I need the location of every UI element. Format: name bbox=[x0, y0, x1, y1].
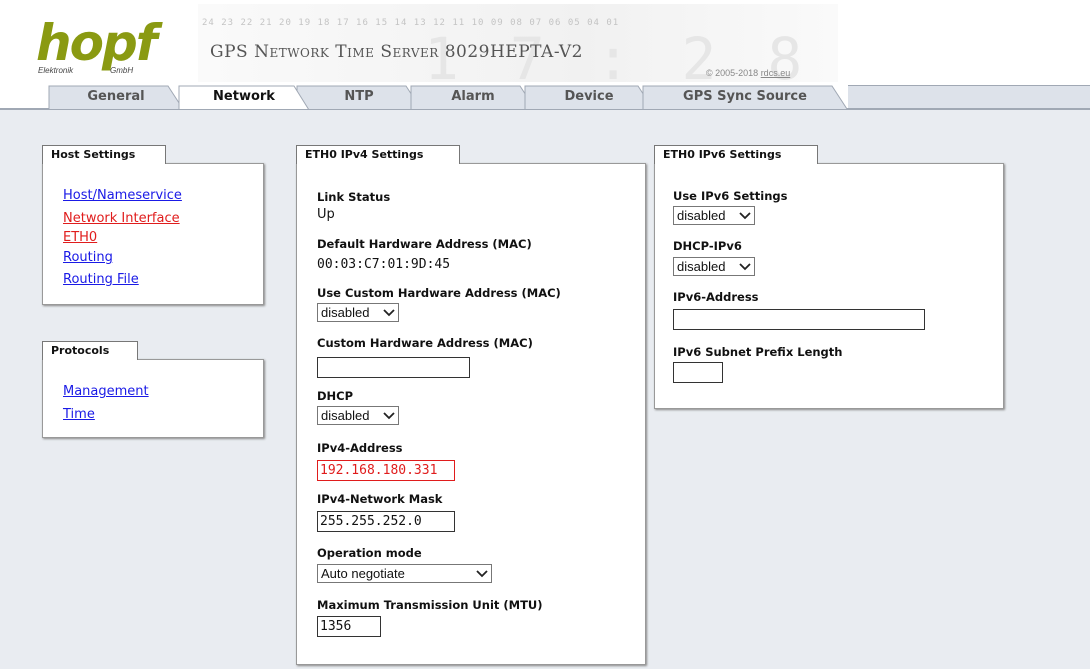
link-status-value: Up bbox=[317, 207, 335, 222]
ipv6-prefix-input[interactable] bbox=[673, 362, 723, 383]
chevron-down-icon bbox=[383, 309, 395, 317]
host-settings-panel: Host/Nameservice Network Interface ETH0 … bbox=[42, 163, 264, 305]
tab-alarm-label: Alarm bbox=[451, 89, 495, 104]
ipv4-address-input[interactable]: 192.168.180.331 bbox=[317, 460, 455, 481]
tab-ntp[interactable]: NTP bbox=[296, 85, 422, 109]
tab-bar-filler bbox=[848, 85, 1090, 108]
hopf-logo: hopf Elektronik GmbH bbox=[36, 14, 157, 78]
tab-gps-sync-source[interactable]: GPS Sync Source bbox=[642, 85, 848, 109]
opmode-label: Operation mode bbox=[317, 546, 422, 560]
host-settings-title: Host Settings bbox=[42, 145, 166, 164]
custom-mac-input[interactable] bbox=[317, 357, 470, 378]
use-ipv6-value: disabled bbox=[677, 208, 726, 223]
copyright: © 2005-2018 rdcs.eu bbox=[706, 68, 790, 78]
link-management[interactable]: Management bbox=[63, 384, 149, 399]
dhcp-value: disabled bbox=[321, 408, 370, 423]
tab-alarm[interactable]: Alarm bbox=[410, 85, 536, 109]
ipv6-address-input[interactable] bbox=[673, 309, 925, 330]
chevron-down-icon bbox=[476, 570, 488, 578]
logo-sub-left: Elektronik bbox=[38, 66, 74, 75]
mtu-label: Maximum Transmission Unit (MTU) bbox=[317, 598, 543, 612]
link-network-interface[interactable]: Network Interface bbox=[63, 211, 180, 226]
chevron-down-icon bbox=[739, 212, 751, 220]
main-tab-bar: General NTP Alarm Device GPS Sync Source… bbox=[0, 84, 1090, 110]
product-title: GPS Network Time Server 8029HEPTA-V2 bbox=[210, 42, 583, 62]
tab-ntp-label: NTP bbox=[344, 89, 374, 104]
default-mac-label: Default Hardware Address (MAC) bbox=[317, 237, 532, 251]
default-mac-value: 00:03:C7:01:9D:45 bbox=[317, 257, 451, 272]
use-ipv6-select[interactable]: disabled bbox=[673, 206, 755, 225]
ipv4-address-label: IPv4-Address bbox=[317, 441, 403, 455]
tab-device-label: Device bbox=[564, 89, 614, 104]
protocols-title: Protocols bbox=[42, 341, 138, 360]
link-time[interactable]: Time bbox=[63, 407, 95, 422]
ipv4-settings-title: ETH0 IPv4 Settings bbox=[296, 145, 460, 164]
product-banner: 24 23 22 21 20 19 18 17 16 15 14 13 12 1… bbox=[198, 4, 838, 88]
netmask-label: IPv4-Network Mask bbox=[317, 492, 443, 506]
dhcp-ipv6-label: DHCP-IPv6 bbox=[673, 239, 742, 253]
logo-sub-right: GmbH bbox=[110, 66, 134, 75]
netmask-input[interactable]: 255.255.252.0 bbox=[317, 511, 455, 532]
tab-network[interactable]: Network bbox=[178, 85, 310, 110]
tab-device[interactable]: Device bbox=[524, 85, 654, 109]
tab-general[interactable]: General bbox=[48, 85, 184, 109]
link-eth0[interactable]: ETH0 bbox=[63, 230, 97, 245]
ipv6-address-label: IPv6-Address bbox=[673, 290, 759, 304]
ipv4-settings-panel: Link Status Up Default Hardware Address … bbox=[296, 163, 646, 665]
dhcp-ipv6-select[interactable]: disabled bbox=[673, 257, 755, 276]
dhcp-select[interactable]: disabled bbox=[317, 406, 399, 425]
link-status-label: Link Status bbox=[317, 190, 391, 204]
opmode-select[interactable]: Auto negotiate bbox=[317, 564, 492, 583]
dhcp-ipv6-value: disabled bbox=[677, 259, 726, 274]
custom-mac-label: Custom Hardware Address (MAC) bbox=[317, 336, 533, 350]
logo-wordmark: hopf bbox=[36, 14, 157, 72]
use-ipv6-label: Use IPv6 Settings bbox=[673, 189, 788, 203]
tab-general-label: General bbox=[87, 89, 145, 104]
page-header: hopf Elektronik GmbH 24 23 22 21 20 19 1… bbox=[0, 0, 1090, 88]
use-custom-mac-select[interactable]: disabled bbox=[317, 303, 399, 322]
opmode-value: Auto negotiate bbox=[321, 566, 405, 581]
tab-network-label: Network bbox=[213, 89, 275, 104]
link-routing[interactable]: Routing bbox=[63, 250, 113, 265]
tab-gps-sync-source-label: GPS Sync Source bbox=[683, 89, 807, 104]
ipv6-prefix-label: IPv6 Subnet Prefix Length bbox=[673, 345, 843, 359]
ipv6-settings-panel: Use IPv6 Settings disabled DHCP-IPv6 dis… bbox=[654, 163, 1004, 409]
use-custom-mac-value: disabled bbox=[321, 305, 370, 320]
copyright-text: © 2005-2018 bbox=[706, 68, 759, 78]
content-area: Host/Nameservice Network Interface ETH0 … bbox=[0, 109, 1090, 669]
link-routing-file[interactable]: Routing File bbox=[63, 272, 139, 287]
protocols-panel: Management Time bbox=[42, 359, 264, 438]
chevron-down-icon bbox=[739, 263, 751, 271]
dhcp-label: DHCP bbox=[317, 389, 354, 403]
use-custom-mac-label: Use Custom Hardware Address (MAC) bbox=[317, 286, 561, 300]
ipv6-settings-title: ETH0 IPv6 Settings bbox=[654, 145, 818, 164]
link-host-nameservice[interactable]: Host/Nameservice bbox=[63, 188, 182, 203]
copyright-link[interactable]: rdcs.eu bbox=[761, 68, 791, 78]
mtu-input[interactable]: 1356 bbox=[317, 616, 381, 637]
chevron-down-icon bbox=[383, 412, 395, 420]
